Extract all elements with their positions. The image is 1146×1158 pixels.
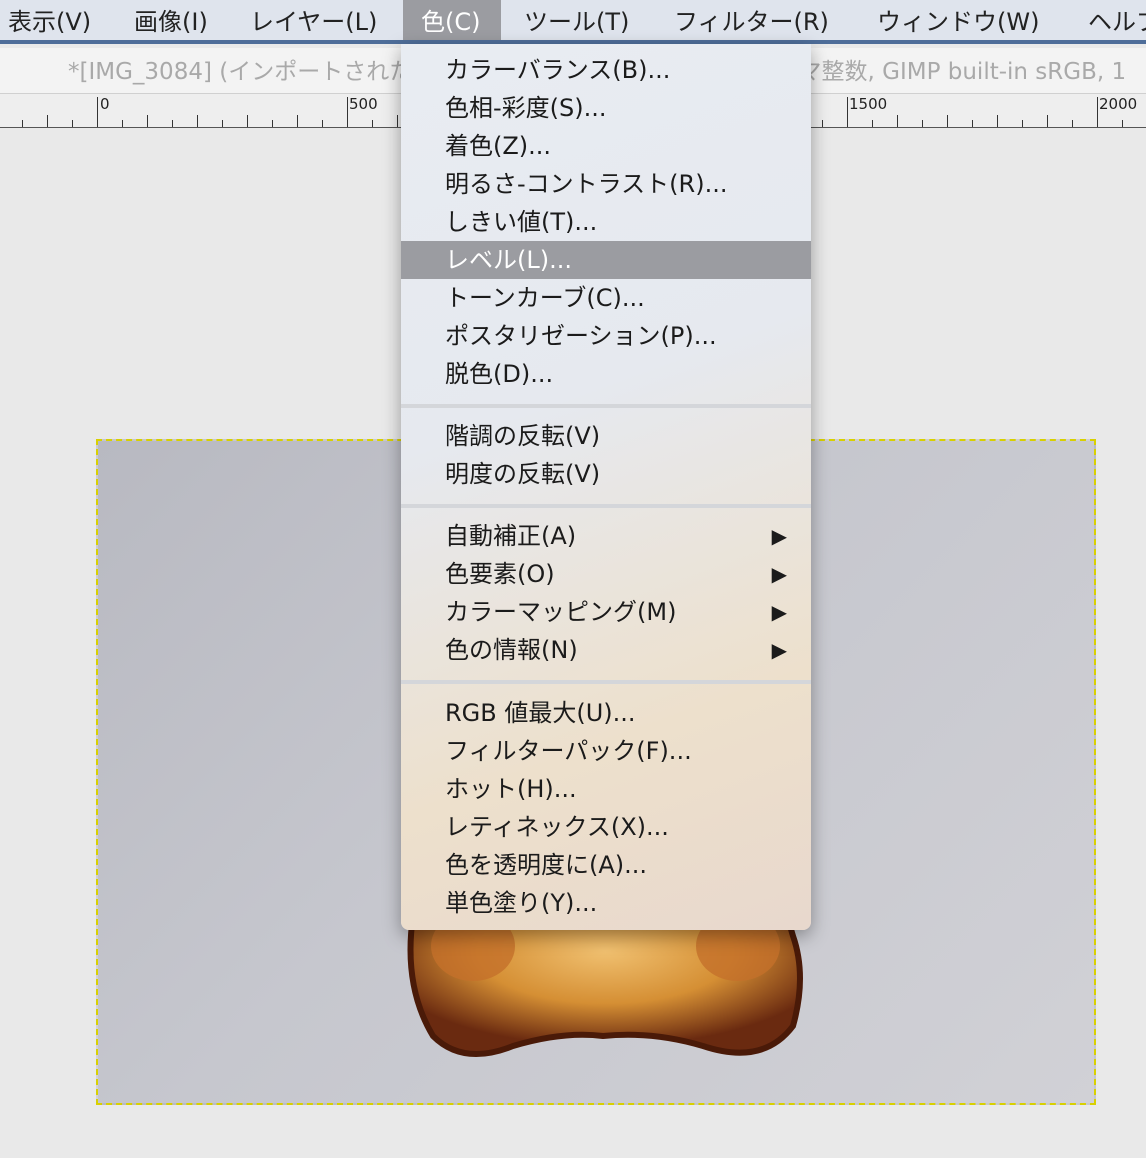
ruler-tick — [347, 97, 348, 127]
ruler-tick — [122, 120, 123, 127]
menu-tools[interactable]: ツール(T) — [522, 0, 631, 40]
ruler-tick — [47, 115, 48, 127]
ruler-tick — [272, 120, 273, 127]
menu-layer[interactable]: レイヤー(L) — [248, 0, 379, 40]
ruler-tick — [397, 115, 398, 127]
menu-item-hot[interactable]: ホット(H)... — [401, 770, 811, 808]
menu-item-value-invert[interactable]: 明度の反転(V) — [401, 455, 811, 493]
menu-item-auto[interactable]: 自動補正(A) ▶ — [401, 517, 811, 555]
menu-item-color-mapping[interactable]: カラーマッピング(M) ▶ — [401, 593, 811, 631]
menu-separator — [401, 404, 811, 408]
menu-item-brightness-contrast[interactable]: 明るさ-コントラスト(R)... — [401, 165, 811, 203]
ruler-label: 1500 — [849, 95, 888, 113]
ruler-tick — [1047, 115, 1048, 127]
ruler-tick — [872, 120, 873, 127]
ruler-tick — [1097, 97, 1098, 127]
color-menu-dropdown: カラーバランス(B)... 色相-彩度(S)... 着色(Z)... 明るさ-コ… — [401, 44, 811, 930]
menu-item-posterize[interactable]: ポスタリゼーション(P)... — [401, 317, 811, 355]
menu-item-info[interactable]: 色の情報(N) ▶ — [401, 631, 811, 669]
menu-item-label: 色の情報(N) — [445, 636, 578, 664]
ruler-tick — [197, 115, 198, 127]
ruler-tick — [897, 115, 898, 127]
ruler-tick — [22, 120, 23, 127]
menu-item-invert[interactable]: 階調の反転(V) — [401, 417, 811, 455]
ruler-tick — [947, 115, 948, 127]
ruler-tick — [297, 115, 298, 127]
ruler-label: 2000 — [1099, 95, 1138, 113]
ruler-tick — [847, 97, 848, 127]
ruler-label: 500 — [349, 95, 378, 113]
ruler-tick — [247, 115, 248, 127]
menu-item-colorify[interactable]: 単色塗り(Y)... — [401, 884, 811, 922]
menu-separator — [401, 504, 811, 508]
menu-item-threshold[interactable]: しきい値(T)... — [401, 203, 811, 241]
menu-item-curves[interactable]: トーンカーブ(C)... — [401, 279, 811, 317]
menu-item-colorize[interactable]: 着色(Z)... — [401, 127, 811, 165]
menu-item-label: カラーマッピング(M) — [445, 598, 677, 626]
submenu-arrow-icon: ▶ — [771, 638, 787, 662]
ruler-tick — [972, 120, 973, 127]
ruler-tick — [97, 97, 98, 127]
ruler-tick — [922, 120, 923, 127]
menu-windows[interactable]: ウィンドウ(W) — [875, 0, 1041, 40]
menu-view[interactable]: 表示(V) — [6, 0, 93, 40]
menu-item-color-balance[interactable]: カラーバランス(B)... — [401, 51, 811, 89]
menu-item-retinex[interactable]: レティネックス(X)... — [401, 808, 811, 846]
menu-bar: 表示(V) 画像(I) レイヤー(L) 色(C) ツール(T) フィルター(R)… — [0, 0, 1146, 44]
submenu-arrow-icon: ▶ — [771, 600, 787, 624]
menu-filters[interactable]: フィルター(R) — [672, 0, 831, 40]
ruler-tick — [1072, 120, 1073, 127]
ruler-tick — [72, 120, 73, 127]
menu-item-color-to-alpha[interactable]: 色を透明度に(A)... — [401, 846, 811, 884]
menu-item-filter-pack[interactable]: フィルターパック(F)... — [401, 732, 811, 770]
ruler-tick — [222, 120, 223, 127]
ruler-tick — [997, 115, 998, 127]
menu-item-maximum-rgb[interactable]: RGB 値最大(U)... — [401, 694, 811, 732]
submenu-arrow-icon: ▶ — [771, 524, 787, 548]
submenu-arrow-icon: ▶ — [771, 562, 787, 586]
menu-item-levels[interactable]: レベル(L)... — [401, 241, 811, 279]
menu-help[interactable]: ヘルプ — [1086, 0, 1146, 40]
ruler-tick — [822, 120, 823, 127]
menu-item-components[interactable]: 色要素(O) ▶ — [401, 555, 811, 593]
ruler-tick — [372, 120, 373, 127]
ruler-label: 0 — [100, 95, 110, 113]
ruler-tick — [1122, 120, 1123, 127]
menu-item-label: 色要素(O) — [445, 560, 555, 588]
ruler-tick — [322, 120, 323, 127]
menu-item-desaturate[interactable]: 脱色(D)... — [401, 355, 811, 393]
menu-image[interactable]: 画像(I) — [132, 0, 210, 40]
ruler-tick — [1022, 120, 1023, 127]
menu-color[interactable]: 色(C) — [403, 0, 501, 40]
menu-item-label: 自動補正(A) — [445, 522, 577, 550]
menu-separator — [401, 680, 811, 684]
ruler-tick — [147, 115, 148, 127]
menu-item-hue-saturation[interactable]: 色相-彩度(S)... — [401, 89, 811, 127]
ruler-tick — [172, 120, 173, 127]
